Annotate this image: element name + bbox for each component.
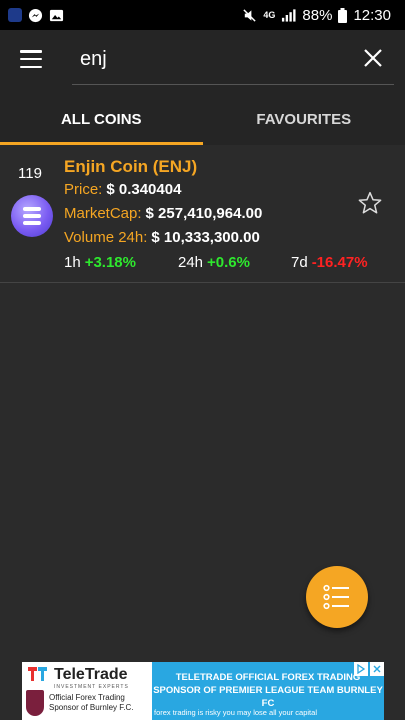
- ad-title: TELETRADE OFFICIAL FOREX TRADING SPONSOR…: [153, 672, 383, 709]
- hamburger-menu-icon: [20, 50, 42, 53]
- ad-banner[interactable]: TeleTrade INVESTMENT EXPERTS Official Fo…: [22, 662, 384, 720]
- tab-favourites-label: FAVOURITES: [256, 110, 352, 128]
- coin-rank: 119: [18, 165, 42, 182]
- ad-brand-tagline: INVESTMENT EXPERTS: [54, 684, 129, 690]
- ad-brand-name: TeleTrade: [54, 666, 128, 683]
- clock: 12:30: [353, 6, 391, 24]
- price-label: Price:: [64, 181, 103, 198]
- ad-brand-panel: TeleTrade INVESTMENT EXPERTS Official Fo…: [22, 662, 152, 720]
- ad-message-panel: TELETRADE OFFICIAL FOREX TRADING SPONSOR…: [152, 662, 384, 720]
- ad-sponsor-text: Official Forex Trading Sponsor of Burnle…: [49, 693, 134, 712]
- tab-bar: ALL COINS FAVOURITES: [0, 93, 405, 145]
- menu-button[interactable]: [20, 50, 42, 68]
- marketcap-line: MarketCap: $ 257,410,964.00: [64, 205, 262, 222]
- change-1h-value: +3.18%: [84, 254, 136, 271]
- tab-all-coins-label: ALL COINS: [60, 110, 142, 128]
- enjin-coin-logo-icon: [11, 195, 53, 237]
- list-icon: [323, 584, 349, 610]
- volume-value: $ 10,333,300.00: [151, 229, 260, 246]
- volume-label: Volume 24h:: [64, 229, 148, 246]
- burnley-crest-icon: [26, 690, 44, 716]
- change-7d-value: -16.47%: [311, 254, 368, 271]
- battery-icon: [338, 7, 348, 23]
- search-underline: [72, 84, 394, 85]
- signal-icon: [282, 9, 296, 22]
- status-bar: 4G 88% 12:30: [0, 0, 405, 30]
- coin-list-item[interactable]: 119 Enjin Coin (ENJ) Price: $ 0.340404 Ma…: [0, 145, 405, 283]
- mute-icon: [243, 8, 257, 22]
- tab-favourites[interactable]: FAVOURITES: [203, 93, 405, 145]
- gallery-icon: [49, 9, 64, 21]
- ad-warning: forex trading is risky you may lose all …: [154, 708, 317, 717]
- marketcap-value: $ 257,410,964.00: [145, 205, 263, 222]
- price-line: Price: $ 0.340404: [64, 181, 181, 198]
- hamburger-menu-icon-bar: [20, 57, 42, 61]
- close-icon[interactable]: [362, 47, 384, 69]
- tab-all-coins[interactable]: ALL COINS: [0, 93, 203, 145]
- coin-name: Enjin Coin (ENJ): [64, 157, 198, 176]
- change-7d: 7d -16.47%: [291, 254, 368, 271]
- change-7d-label: 7d: [291, 254, 308, 271]
- change-24h: 24h +0.6%: [178, 254, 250, 271]
- volume-line: Volume 24h: $ 10,333,300.00: [64, 229, 260, 246]
- hamburger-menu-icon-bar: [20, 65, 42, 68]
- teletrade-logo-icon: [28, 667, 47, 681]
- ad-close-icon[interactable]: [370, 662, 384, 676]
- fab-list-button[interactable]: [306, 566, 368, 628]
- search-input[interactable]: [80, 44, 340, 74]
- notification-app-icon: [8, 8, 22, 22]
- change-1h: 1h +3.18%: [64, 254, 136, 271]
- network-type: 4G: [263, 10, 276, 20]
- change-24h-label: 24h: [178, 254, 204, 271]
- ad-choices-icon[interactable]: [354, 662, 368, 676]
- app-bar: ALL COINS FAVOURITES: [0, 30, 405, 145]
- messenger-icon: [28, 8, 43, 22]
- price-value: $ 0.340404: [106, 181, 182, 198]
- change-24h-value: +0.6%: [207, 254, 250, 271]
- battery-level: 88%: [302, 6, 333, 24]
- change-1h-label: 1h: [64, 254, 81, 271]
- star-outline-icon[interactable]: [357, 190, 383, 216]
- marketcap-label: MarketCap:: [64, 205, 142, 222]
- ad-badges: [354, 662, 384, 676]
